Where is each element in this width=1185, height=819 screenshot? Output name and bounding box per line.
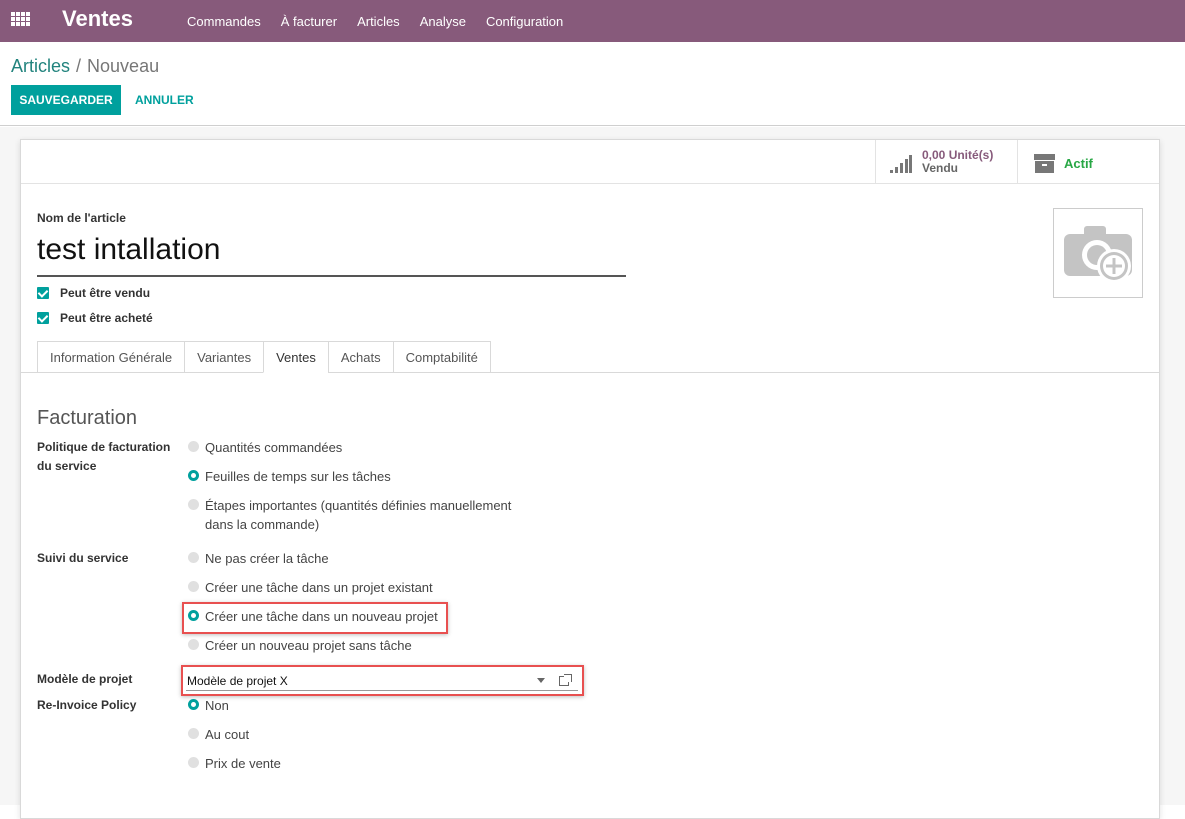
reinvoice-option-cost[interactable]: Au cout [188, 725, 249, 744]
active-label: Actif [1064, 156, 1093, 171]
menu-analyse[interactable]: Analyse [420, 14, 466, 29]
tracking-radio-new-project[interactable] [188, 610, 199, 621]
archive-icon [1034, 154, 1055, 173]
camera-plus-icon [1064, 226, 1132, 283]
signal-bars-icon [890, 155, 912, 173]
reinvoice-option-text: Prix de vente [205, 756, 281, 771]
project-template-field[interactable]: Modèle de projet X [186, 671, 578, 691]
notebook-tabs: Information Générale Variantes Ventes Ac… [37, 341, 491, 373]
product-name-label: Nom de l'article [37, 211, 126, 225]
policy-option-milestones[interactable]: Étapes importantes (quantités définies m… [188, 496, 533, 534]
sold-label: Vendu [922, 161, 959, 175]
project-template-label: Modèle de projet [37, 672, 133, 686]
tracking-radio-project-only[interactable] [188, 639, 199, 650]
tracking-option-existing-project[interactable]: Créer une tâche dans un projet existant [188, 578, 433, 597]
apps-grid-icon[interactable] [11, 12, 30, 26]
product-form-sheet: 0,00 Unité(s) Vendu Actif Nom de l'artic… [20, 139, 1160, 819]
can-be-purchased-row: Peut être acheté [37, 310, 153, 326]
can-be-sold-row: Peut être vendu [37, 285, 150, 301]
top-navbar: Ventes Commandes À facturer Articles Ana… [0, 0, 1185, 42]
save-button[interactable]: SAUVEGARDER [11, 85, 121, 115]
policy-radio-milestones[interactable] [188, 499, 199, 510]
can-be-purchased-label: Peut être acheté [60, 311, 153, 325]
tab-comptabilite[interactable]: Comptabilité [392, 341, 491, 373]
menu-configuration[interactable]: Configuration [486, 14, 563, 29]
can-be-purchased-checkbox[interactable] [37, 312, 49, 324]
tracking-radio-existing-project[interactable] [188, 581, 199, 592]
tab-ventes[interactable]: Ventes [263, 341, 328, 373]
breadcrumb-articles[interactable]: Articles [11, 56, 70, 76]
policy-option-text: Étapes importantes (quantités définies m… [205, 498, 512, 532]
app-title[interactable]: Ventes [62, 6, 133, 32]
active-toggle-button[interactable]: Actif [1017, 140, 1159, 184]
sold-stat-text: 0,00 Unité(s) Vendu [922, 149, 993, 175]
can-be-sold-label: Peut être vendu [60, 286, 151, 300]
reinvoice-policy-label: Re-Invoice Policy [37, 698, 137, 712]
invoicing-section-title: Facturation [37, 407, 138, 429]
can-be-sold-checkbox[interactable] [37, 287, 49, 299]
policy-option-ordered[interactable]: Quantités commandées [188, 438, 342, 457]
reinvoice-option-no[interactable]: Non [188, 696, 229, 715]
smart-button-box: 0,00 Unité(s) Vendu Actif [21, 140, 1159, 184]
reinvoice-option-text: Au cout [205, 727, 250, 742]
product-image-upload[interactable] [1053, 208, 1143, 298]
project-template-value[interactable]: Modèle de projet X [187, 674, 537, 688]
menu-a-facturer[interactable]: À facturer [281, 14, 337, 29]
tracking-option-text: Ne pas créer la tâche [205, 551, 329, 566]
dropdown-caret-icon[interactable] [537, 678, 545, 683]
tracking-option-project-only[interactable]: Créer un nouveau projet sans tâche [188, 636, 412, 655]
reinvoice-radio-no[interactable] [188, 699, 199, 710]
tab-information-generale[interactable]: Information Générale [37, 341, 185, 373]
tab-variantes[interactable]: Variantes [184, 341, 264, 373]
main-menu: Commandes À facturer Articles Analyse Co… [187, 0, 583, 42]
policy-option-text: Quantités commandées [205, 440, 343, 455]
sold-stat-button[interactable]: 0,00 Unité(s) Vendu [875, 140, 1017, 184]
reinvoice-option-text: Non [205, 698, 229, 713]
policy-option-timesheets[interactable]: Feuilles de temps sur les tâches [188, 467, 391, 486]
policy-radio-timesheets[interactable] [188, 470, 199, 481]
tracking-option-no[interactable]: Ne pas créer la tâche [188, 549, 329, 568]
tab-achats[interactable]: Achats [327, 341, 393, 373]
breadcrumb-separator: / [76, 56, 82, 76]
control-panel: Articles / Nouveau SAUVEGARDER ANNULER [0, 42, 1185, 126]
external-link-icon[interactable] [559, 674, 572, 687]
breadcrumb: Articles / Nouveau [11, 56, 159, 77]
tracking-option-text: Créer une tâche dans un projet existant [205, 580, 433, 595]
tracking-option-text: Créer une tâche dans un nouveau projet [205, 609, 438, 624]
reinvoice-radio-cost[interactable] [188, 728, 199, 739]
tracking-option-new-project[interactable]: Créer une tâche dans un nouveau projet [188, 607, 438, 626]
breadcrumb-current: Nouveau [87, 56, 160, 76]
policy-radio-ordered[interactable] [188, 441, 199, 452]
menu-commandes[interactable]: Commandes [187, 14, 261, 29]
product-name-input[interactable]: test intallation [37, 231, 626, 277]
menu-articles[interactable]: Articles [357, 14, 400, 29]
reinvoice-radio-sales-price[interactable] [188, 757, 199, 768]
policy-option-text: Feuilles de temps sur les tâches [205, 469, 391, 484]
invoice-policy-label: Politique de facturation du service [37, 440, 171, 473]
tracking-radio-no[interactable] [188, 552, 199, 563]
cancel-button[interactable]: ANNULER [135, 85, 194, 115]
tracking-option-text: Créer un nouveau projet sans tâche [205, 638, 412, 653]
service-tracking-label: Suivi du service [37, 551, 129, 565]
reinvoice-option-sales-price[interactable]: Prix de vente [188, 754, 281, 773]
